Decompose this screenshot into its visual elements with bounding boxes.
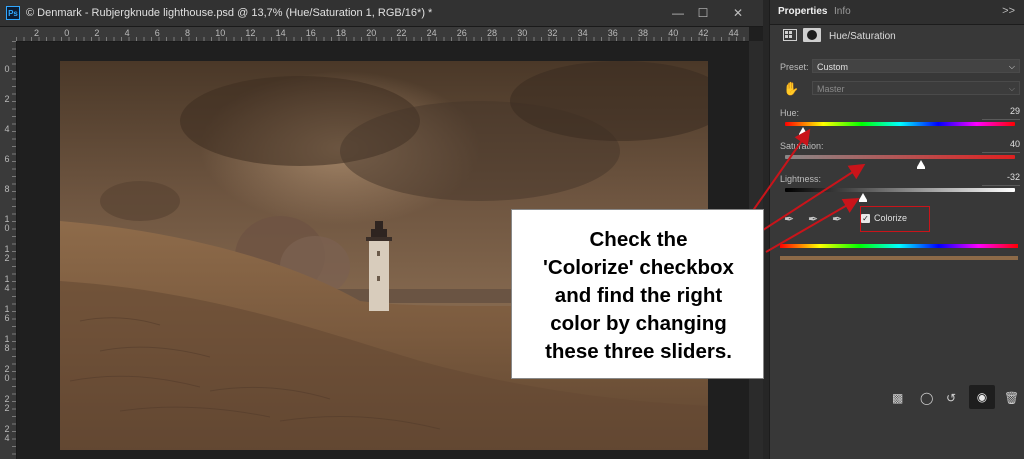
view-previous-state-icon[interactable]: ◯: [920, 391, 933, 405]
ruler-tick-label: 8: [4, 184, 10, 194]
instruction-callout: Check the 'Colorize' checkbox and find t…: [511, 209, 764, 379]
saturation-label: Saturation:: [780, 141, 824, 151]
ruler-tick-label: 14: [275, 28, 286, 38]
ruler-tick-label: 24: [426, 28, 437, 38]
hue-slider-thumb[interactable]: [799, 127, 808, 136]
callout-line: 'Colorize' checkbox: [543, 256, 734, 279]
layer-mask-icon[interactable]: [803, 28, 821, 42]
colorize-checkbox[interactable]: ✓: [861, 214, 870, 223]
preset-dropdown[interactable]: Custom ⌵: [812, 59, 1020, 73]
ruler-tick-label: 30: [517, 28, 528, 38]
lightness-slider-thumb[interactable]: [859, 193, 868, 202]
reset-icon[interactable]: ↺: [946, 391, 956, 405]
channel-value: Master: [817, 84, 845, 94]
ruler-tick-label: 1 2: [4, 244, 10, 263]
hue-value-input[interactable]: 29: [982, 106, 1020, 120]
ruler-tick-label: 26: [456, 28, 467, 38]
callout-line: Check the: [589, 228, 688, 251]
close-icon[interactable]: ✕: [727, 4, 749, 22]
ruler-tick-label: 42: [698, 28, 709, 38]
eyedropper-subtract-icon[interactable]: ✒: [832, 213, 844, 225]
tab-properties[interactable]: Properties: [778, 6, 827, 17]
ruler-tick-label: 12: [245, 28, 256, 38]
horizontal-ruler: 2 0 2 4 6 8 10 12 14 16 18 20 22 24 26 28 30 32 34 36 38 40 42…: [16, 27, 749, 42]
ruler-tick-label: 40: [668, 28, 679, 38]
adjustment-layer-icon[interactable]: [783, 29, 797, 41]
ruler-tick-label: 16: [305, 28, 316, 38]
photoshop-logo-icon: Ps: [6, 6, 20, 20]
channel-dropdown[interactable]: Master ⌵: [812, 81, 1020, 95]
ruler-tick-label: 2: [94, 28, 100, 38]
saturation-slider-track[interactable]: [785, 155, 1015, 159]
ruler-tick-label: 1 8: [4, 334, 10, 353]
preset-label: Preset:: [780, 62, 809, 72]
lightness-label: Lightness:: [780, 174, 822, 184]
ruler-tick-label: 34: [577, 28, 588, 38]
clip-to-layer-icon[interactable]: ▩: [892, 391, 903, 405]
ruler-tick-label: 38: [638, 28, 649, 38]
ruler-tick-label: 8: [185, 28, 191, 38]
ruler-tick-label: 2: [34, 28, 40, 38]
targeted-adjustment-hand-icon[interactable]: ✋: [783, 81, 799, 97]
ruler-tick-label: 36: [607, 28, 618, 38]
collapse-panel-icon[interactable]: >>: [1002, 5, 1015, 17]
saturation-slider-thumb[interactable]: [916, 160, 925, 169]
hue-spectrum-bar: [780, 244, 1018, 248]
ruler-tick-label: 2 0: [4, 364, 10, 383]
callout-text: Check the 'Colorize' checkbox and find t…: [522, 226, 755, 366]
ruler-tick-label: 4: [124, 28, 130, 38]
eyedropper-icon[interactable]: ✒: [784, 213, 796, 225]
hue-label: Hue:: [780, 108, 800, 118]
ruler-tick-label: 6: [154, 28, 160, 38]
ruler-tick-label: 4: [4, 124, 10, 134]
ruler-tick-label: 0: [64, 28, 70, 38]
ruler-tick-label: 2 2: [4, 394, 10, 413]
ruler-tick-label: 2 4: [4, 424, 10, 443]
ruler-tick-label: 10: [215, 28, 226, 38]
callout-line: these three sliders.: [545, 340, 732, 363]
ruler-tick-label: 1 6: [4, 304, 10, 323]
lightness-slider-track[interactable]: [785, 188, 1015, 192]
saturation-value-input[interactable]: 40: [982, 139, 1020, 153]
callout-line: and find the right: [554, 284, 723, 307]
maximize-icon[interactable]: ☐: [692, 4, 714, 22]
ruler-tick-label: 22: [396, 28, 407, 38]
preset-value: Custom: [817, 62, 849, 72]
ruler-tick-label: 44: [728, 28, 739, 38]
lightness-value-input[interactable]: -32: [982, 172, 1020, 186]
tab-info[interactable]: Info: [834, 6, 851, 17]
document-tab[interactable]: Ps © Denmark - Rubjergknude lighthouse.p…: [0, 0, 763, 27]
colorize-label[interactable]: Colorize: [874, 213, 907, 223]
adjustment-title: Hue/Saturation: [829, 31, 896, 42]
vertical-ruler: 0 2 4 6 8 1 0 1 2 1 4 1 6 1 8 2 0 2 2 2 4: [0, 41, 17, 459]
hue-slider-track[interactable]: [785, 122, 1015, 126]
panel-tabs: Properties Info >>: [770, 0, 1024, 25]
chevron-down-icon: ⌵: [1008, 62, 1015, 71]
callout-line: color by changing: [550, 312, 727, 335]
eyedropper-add-icon[interactable]: ✒: [808, 213, 820, 225]
minimize-icon[interactable]: —: [667, 4, 689, 22]
ruler-tick-label: 28: [487, 28, 498, 38]
ruler-tick-label: 1 0: [4, 214, 10, 233]
ruler-tick-label: 0: [4, 64, 10, 74]
ruler-tick-label: 32: [547, 28, 558, 38]
visibility-eye-icon[interactable]: ◉: [969, 385, 995, 409]
ruler-tick-label: 1 4: [4, 274, 10, 293]
document-title: © Denmark - Rubjergknude lighthouse.psd …: [26, 7, 433, 19]
ruler-corner: [0, 27, 16, 41]
ruler-tick-label: 18: [336, 28, 347, 38]
delete-trash-icon[interactable]: 🗑: [1004, 391, 1019, 405]
colorized-result-bar: [780, 256, 1018, 260]
ruler-tick-label: 6: [4, 154, 10, 164]
ruler-tick-label: 2: [4, 94, 10, 104]
chevron-down-icon: ⌵: [1008, 84, 1015, 93]
ruler-tick-label: 20: [366, 28, 377, 38]
